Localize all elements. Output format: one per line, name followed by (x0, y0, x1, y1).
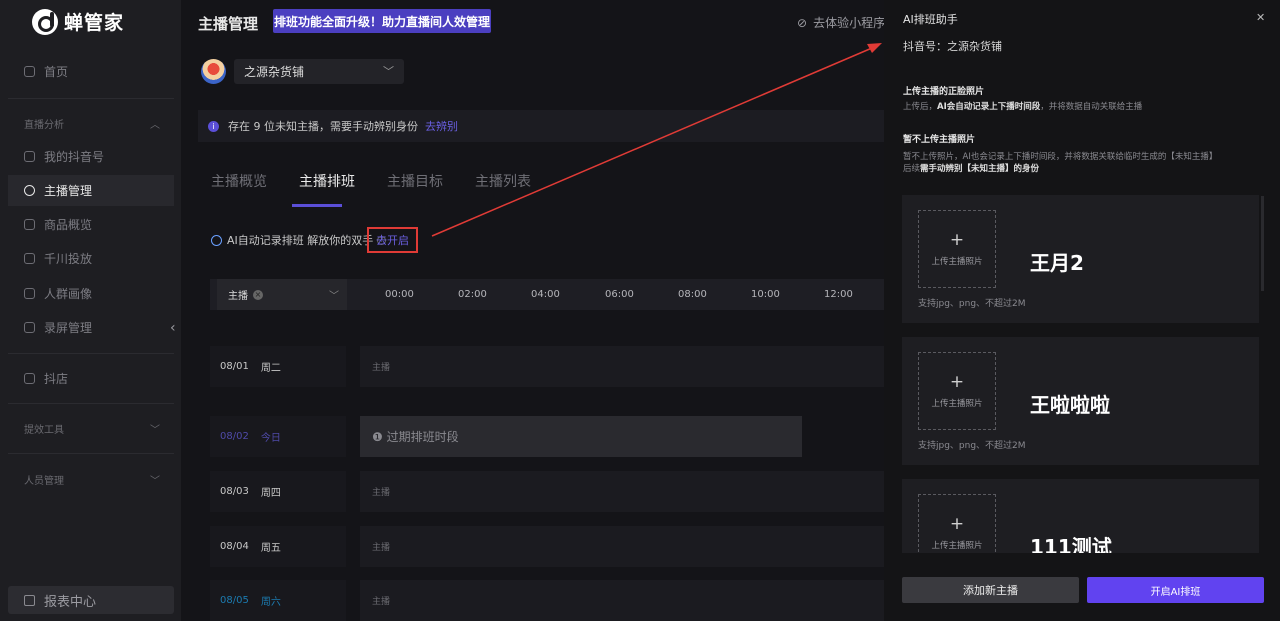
page-title: 主播管理 (198, 15, 259, 33)
hour-label: 10:00 (751, 289, 780, 300)
start-ai-schedule-button[interactable]: 开启AI排班 (1087, 577, 1264, 603)
schedule-cell[interactable]: 主播 (360, 471, 900, 512)
divider (8, 98, 174, 99)
day-label: 08/03 周四 (210, 471, 346, 512)
anchor-card: + 上传主播照片 111测试 (902, 479, 1259, 553)
store-icon (24, 373, 35, 384)
enable-ai-button[interactable]: 去开启 (367, 227, 418, 253)
sidebar-item-anchor-management[interactable]: 主播管理 (8, 175, 174, 206)
day-label: 08/04 周五 (210, 526, 346, 567)
nav-group-staff[interactable]: 人员管理 ﹀ (24, 472, 160, 487)
home-icon (24, 66, 35, 77)
tiktok-icon (24, 151, 35, 162)
promo-banner[interactable]: 排班功能全面升级！助力直播间人效管理 (273, 9, 491, 33)
identify-link[interactable]: 去辨别 (425, 118, 458, 134)
schedule-cell[interactable]: 主播 (360, 346, 900, 387)
chevron-up-icon: ︿ (150, 120, 160, 131)
clear-icon[interactable]: × (253, 289, 263, 300)
sidebar-item-audience[interactable]: 人群画像 (8, 278, 174, 309)
scrollbar[interactable] (1261, 196, 1264, 291)
hour-label: 04:00 (531, 289, 560, 300)
anchor-filter-select[interactable]: 主播 × ﹀ (217, 279, 347, 310)
logo-icon (32, 8, 58, 35)
sidebar-item-home[interactable]: 首页 (8, 56, 174, 87)
report-center-button[interactable]: 报表中心 (8, 586, 174, 614)
hour-label: 12:00 (824, 289, 853, 300)
hour-label: 08:00 (678, 289, 707, 300)
anchor-card: + 上传主播照片 王啦啦啦 支持jpg、png、不超过2M (902, 337, 1259, 465)
active-tab-indicator (292, 204, 342, 207)
send-icon (24, 253, 35, 264)
day-label: 08/05 周六 (210, 580, 346, 621)
ai-schedule-panel: AI排班助手 ✕ 抖音号：之源杂货铺 上传主播的正脸照片 上传后，AI会自动记录… (884, 0, 1280, 621)
day-label: 08/01 周二 (210, 346, 346, 387)
user-icon (24, 185, 35, 196)
ai-record-hint: AI自动记录排班 解放你的双手 ? (211, 232, 387, 248)
plus-icon: + (949, 372, 965, 392)
schedule-cell[interactable]: 主播 (360, 526, 900, 567)
store-selector[interactable]: 之源杂货铺 ﹀ (234, 59, 404, 84)
grid-icon (24, 219, 35, 230)
close-icon[interactable]: ✕ (1256, 11, 1265, 24)
anchor-name: 111测试 (1030, 535, 1112, 553)
plus-icon: + (949, 514, 965, 534)
sidebar-item-douyin-store[interactable]: 抖店 (8, 363, 174, 394)
app-name: 蝉管家 (64, 12, 125, 34)
add-anchor-button[interactable]: 添加新主播 (902, 577, 1079, 603)
chevron-down-icon: ﹀ (150, 425, 160, 436)
tab-anchor-goals[interactable]: 主播目标 (387, 171, 443, 191)
sidebar: 蝉管家 首页 直播分析 ︿ 我的抖音号 主播管理 商品概览 千川投放 人群画像 … (0, 0, 181, 621)
anchor-card: + 上传主播照片 王月2 支持jpg、png、不超过2M (902, 195, 1259, 323)
app-logo[interactable]: 蝉管家 (32, 8, 124, 35)
tab-bar: 主播概览 主播排班 主播目标 主播列表 (211, 171, 563, 191)
nav-group-efficiency-tools[interactable]: 提效工具 ﹀ (24, 421, 160, 436)
divider (8, 403, 174, 404)
upload-photo-button[interactable]: + 上传主播照片 (918, 352, 996, 430)
collapse-sidebar-icon[interactable]: ‹ (170, 320, 176, 336)
upload-photo-button[interactable]: + 上传主播照片 (918, 210, 996, 288)
sidebar-item-products[interactable]: 商品概览 (8, 209, 174, 240)
info-icon: i (208, 120, 219, 132)
sidebar-item-douyin[interactable]: 我的抖音号 (8, 141, 174, 172)
chevron-down-icon: ﹀ (383, 65, 394, 78)
play-icon (24, 322, 35, 333)
upload-heading: 上传主播的正脸照片 (903, 87, 985, 97)
day-label-today: 08/02 今日 (210, 416, 346, 457)
panel-title: AI排班助手 (903, 13, 958, 26)
mini-program-link[interactable]: 去体验小程序 (797, 14, 885, 31)
chevron-down-icon: ﹀ (329, 291, 339, 302)
account-id: 抖音号：之源杂货铺 (903, 40, 1002, 53)
expired-schedule-cell: ❶ 过期排班时段 (360, 416, 802, 457)
person-icon (24, 288, 35, 299)
upload-hint: 支持jpg、png、不超过2M (918, 441, 1026, 451)
schedule-header: 主播 × ﹀ 00:00 02:00 04:00 06:00 08:00 10:… (210, 279, 900, 310)
tab-anchor-overview[interactable]: 主播概览 (211, 171, 267, 191)
skip-heading: 暂不上传主播照片 (903, 135, 976, 145)
sidebar-item-qianchuan[interactable]: 千川投放 (8, 243, 174, 274)
hour-label: 06:00 (605, 289, 634, 300)
anchor-name: 王啦啦啦 (1030, 393, 1110, 417)
nav-group-live-analysis[interactable]: 直播分析 ︿ (24, 116, 160, 131)
chat-bubble-icon (211, 234, 222, 246)
hour-label: 00:00 (385, 289, 414, 300)
skip-description: 暂不上传照片，AI也会记录上下播时间段，并将数据关联给临时生成的【未知主播】 后… (903, 152, 1218, 174)
upload-photo-button[interactable]: + 上传主播照片 (918, 494, 996, 553)
tab-anchor-schedule[interactable]: 主播排班 (299, 171, 355, 191)
unknown-anchor-notice: i 存在 9 位未知主播，需要手动辨别身份 去辨别 (198, 110, 898, 142)
chevron-down-icon: ﹀ (150, 476, 160, 487)
schedule-cell[interactable]: 主播 (360, 580, 900, 621)
report-icon (24, 594, 35, 606)
hour-label: 02:00 (458, 289, 487, 300)
divider (8, 353, 174, 354)
plus-icon: + (949, 230, 965, 250)
upload-description: 上传后，AI会自动记录上下播时间段，并将数据自动关联给主播 (903, 102, 1143, 112)
anchor-name: 王月2 (1030, 251, 1084, 275)
store-avatar (201, 59, 226, 84)
sidebar-item-recording[interactable]: 录屏管理 (8, 312, 174, 343)
tab-anchor-list[interactable]: 主播列表 (475, 171, 531, 191)
upload-hint: 支持jpg、png、不超过2M (918, 299, 1026, 309)
divider (8, 453, 174, 454)
